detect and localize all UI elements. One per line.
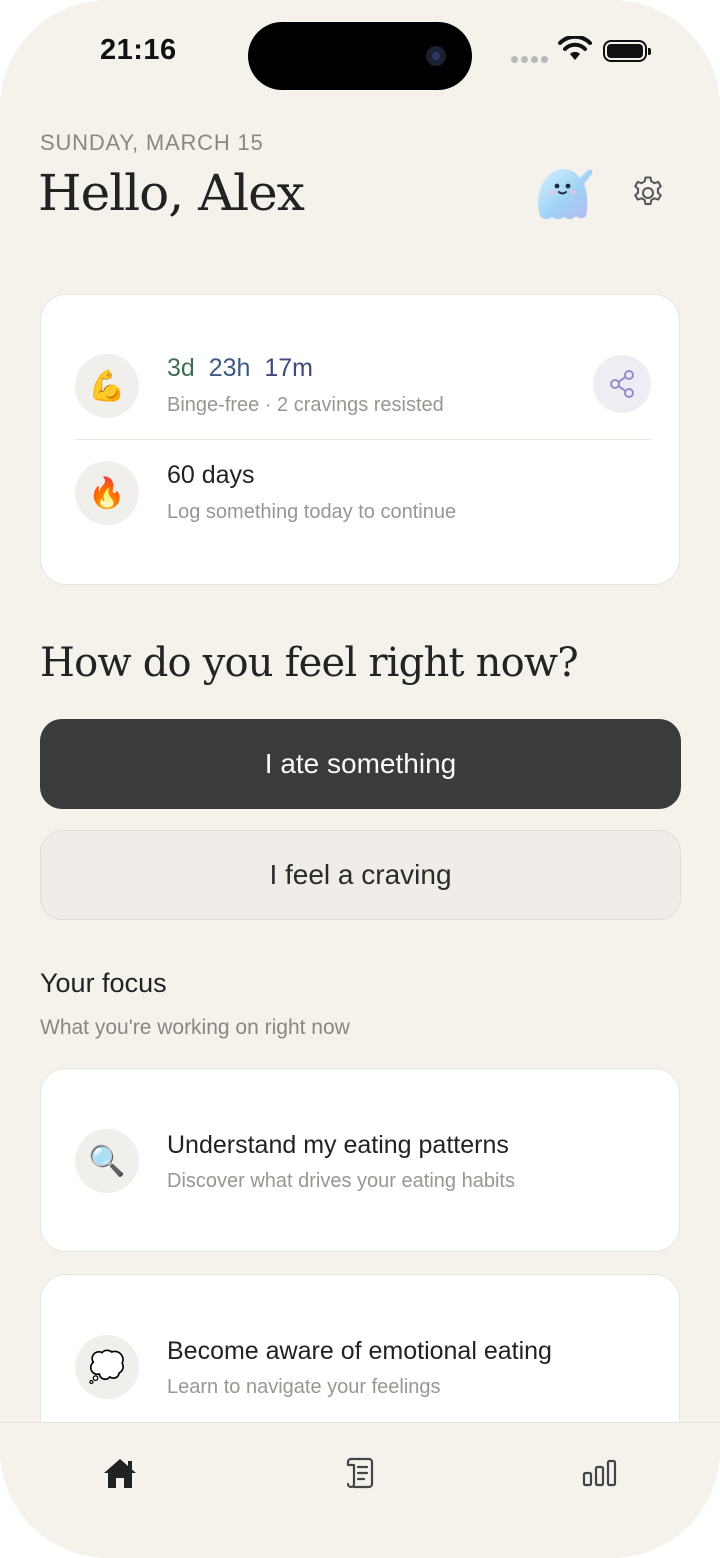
focus-section-title: Your focus — [40, 968, 167, 998]
fire-icon: 🔥 — [75, 461, 139, 525]
timer-hours: 23h — [208, 354, 251, 382]
focus-item-title: Become aware of emotional eating — [167, 1337, 552, 1365]
journal-icon — [346, 1457, 374, 1489]
flexed-bicep-icon: 💪 — [75, 354, 139, 418]
timer-minutes: 17m — [264, 354, 313, 382]
streak-days: 60 days — [167, 461, 255, 489]
focus-item-subtitle: Discover what drives your eating habits — [167, 1170, 515, 1192]
feeling-question: How do you feel right now? — [40, 640, 579, 686]
focus-card-eating-patterns[interactable]: 🔍 Understand my eating patterns Discover… — [40, 1068, 680, 1252]
phone-screen: 21:16 SUNDAY, MARCH 15 Hello, Alex 💪 3d … — [0, 0, 720, 1558]
tab-stats[interactable] — [578, 1451, 622, 1495]
tab-bar — [0, 1422, 720, 1558]
timer-days: 3d — [167, 354, 195, 382]
dynamic-island — [248, 22, 472, 90]
card-divider — [75, 439, 651, 440]
current-date: SUNDAY, MARCH 15 — [40, 130, 264, 155]
cellular-signal-icon — [511, 56, 549, 64]
stats-icon — [582, 1459, 617, 1487]
ate-something-button[interactable]: I ate something — [40, 719, 681, 809]
ghost-mascot-icon[interactable] — [530, 162, 596, 224]
streak-subtitle: Log something today to continue — [167, 501, 457, 523]
focus-item-subtitle: Learn to navigate your feelings — [167, 1376, 441, 1398]
focus-section-subtitle: What you're working on right now — [40, 1016, 350, 1039]
tab-home[interactable] — [98, 1451, 142, 1495]
share-icon — [610, 370, 634, 398]
magnifying-glass-icon: 🔍 — [75, 1129, 139, 1193]
streak-row: 🔥 60 days Log something today to continu… — [75, 453, 651, 533]
wifi-icon — [558, 36, 592, 60]
settings-gear-icon[interactable] — [629, 174, 667, 212]
streak-card: 💪 3d 23h 17m Binge-free · 2 cravings res… — [40, 294, 680, 585]
battery-icon — [603, 40, 651, 62]
tab-journal[interactable] — [338, 1451, 382, 1495]
home-icon — [104, 1459, 136, 1488]
status-time: 21:16 — [100, 34, 177, 66]
focus-item-title: Understand my eating patterns — [167, 1131, 509, 1159]
thought-bubble-icon: 💭 — [75, 1335, 139, 1399]
camera-icon — [426, 46, 446, 66]
feel-craving-button[interactable]: I feel a craving — [40, 830, 681, 920]
share-button[interactable] — [593, 355, 651, 413]
binge-free-row: 💪 3d 23h 17m Binge-free · 2 cravings res… — [75, 346, 651, 426]
binge-free-subtitle: Binge-free · 2 cravings resisted — [167, 394, 444, 416]
binge-free-timer: 3d 23h 17m — [167, 354, 313, 383]
greeting-title: Hello, Alex — [38, 164, 305, 222]
